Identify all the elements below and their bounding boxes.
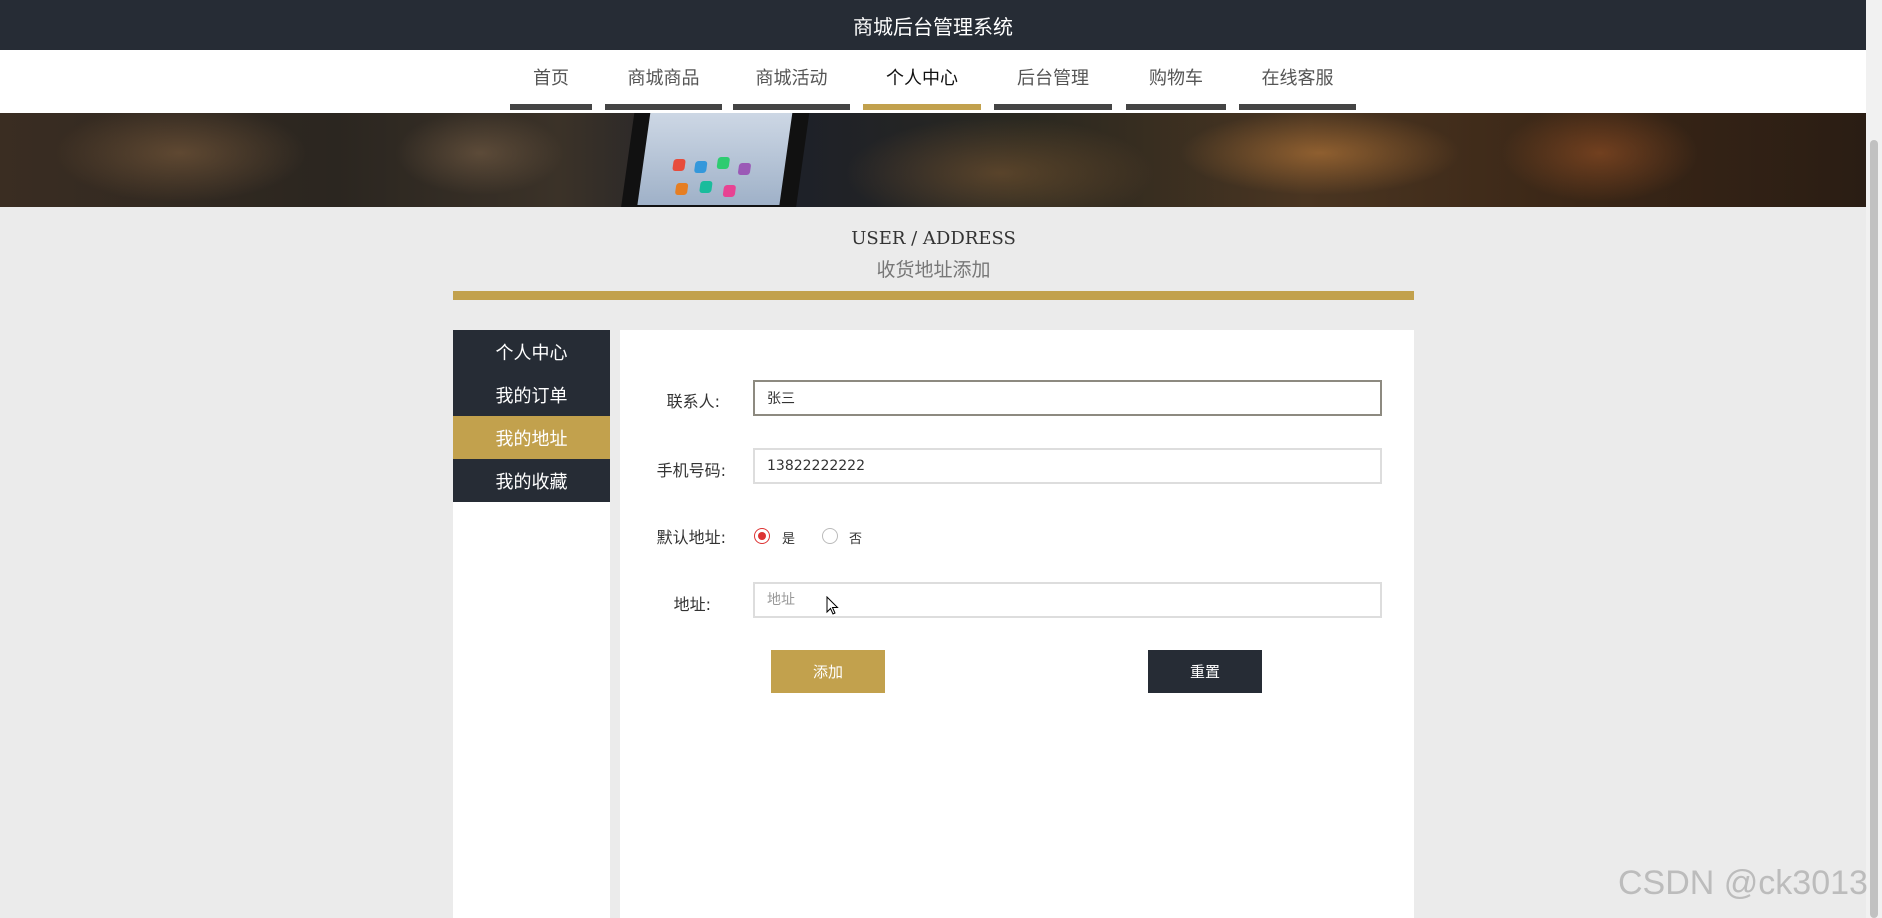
page-scrollbar[interactable] bbox=[1866, 0, 1882, 918]
main-nav: 首页 商城商品 商城活动 个人中心 后台管理 购物车 在线客服 bbox=[0, 50, 1866, 113]
mouse-cursor-icon bbox=[826, 596, 839, 615]
address-input[interactable] bbox=[753, 582, 1382, 618]
contact-label: 联系人: bbox=[666, 392, 720, 411]
sidebar-item-personal-center[interactable]: 个人中心 bbox=[453, 330, 610, 373]
banner-phone-illustration bbox=[620, 113, 811, 207]
add-button[interactable]: 添加 bbox=[771, 650, 885, 693]
page-title-en: USER / ADDRESS bbox=[851, 228, 1016, 249]
nav-item-personal-center[interactable]: 个人中心 bbox=[863, 50, 981, 110]
nav-item-admin[interactable]: 后台管理 bbox=[994, 50, 1112, 110]
sidebar-item-my-address[interactable]: 我的地址 bbox=[453, 416, 610, 459]
default-yes-radio[interactable] bbox=[754, 528, 770, 544]
phone-label: 手机号码: bbox=[656, 461, 726, 480]
reset-button[interactable]: 重置 bbox=[1148, 650, 1262, 693]
nav-item-cart[interactable]: 购物车 bbox=[1126, 50, 1226, 110]
banner-image bbox=[0, 113, 1866, 207]
site-header: 商城后台管理系统 bbox=[0, 0, 1866, 50]
phone-input[interactable] bbox=[753, 448, 1382, 484]
nav-item-home[interactable]: 首页 bbox=[510, 50, 592, 110]
sidebar-item-my-orders[interactable]: 我的订单 bbox=[453, 373, 610, 416]
site-title: 商城后台管理系统 bbox=[853, 14, 1013, 39]
address-form-panel bbox=[620, 330, 1414, 918]
default-address-label: 默认地址: bbox=[656, 528, 726, 547]
nav-item-activities[interactable]: 商城活动 bbox=[733, 50, 850, 110]
title-divider bbox=[453, 291, 1414, 300]
default-yes-label[interactable]: 是 bbox=[782, 528, 795, 547]
nav-item-products[interactable]: 商城商品 bbox=[605, 50, 722, 110]
default-no-label[interactable]: 否 bbox=[849, 528, 862, 547]
default-no-radio[interactable] bbox=[822, 528, 838, 544]
nav-item-customer-service[interactable]: 在线客服 bbox=[1239, 50, 1356, 110]
page-title: 收货地址添加 bbox=[876, 259, 991, 281]
watermark: CSDN @ck3013 bbox=[1618, 864, 1868, 902]
user-sidebar: 个人中心 我的订单 我的地址 我的收藏 bbox=[453, 330, 610, 918]
contact-input[interactable] bbox=[753, 380, 1382, 416]
scrollbar-thumb[interactable] bbox=[1870, 140, 1878, 918]
address-label: 地址: bbox=[673, 595, 711, 614]
sidebar-item-my-favorites[interactable]: 我的收藏 bbox=[453, 459, 610, 502]
